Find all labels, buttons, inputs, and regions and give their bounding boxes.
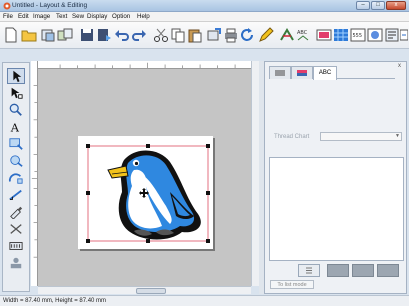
- tab-line-attributes[interactable]: [269, 66, 291, 79]
- maximize-button[interactable]: □: [371, 1, 385, 10]
- menu-text[interactable]: Text: [56, 13, 67, 20]
- stamp-icon[interactable]: [7, 221, 25, 237]
- design-page: [78, 136, 213, 249]
- shape-icon[interactable]: [7, 136, 25, 152]
- line-attributes-icon: [275, 70, 285, 76]
- print-icon[interactable]: [223, 27, 239, 43]
- design-canvas[interactable]: [38, 69, 251, 286]
- minimize-button[interactable]: –: [356, 1, 370, 10]
- redo-icon[interactable]: [131, 27, 147, 43]
- color-icon[interactable]: [316, 27, 332, 43]
- color-button-2[interactable]: [352, 264, 374, 277]
- status-bar: Width = 87.40 mm, Height = 87.40 mm: [0, 295, 409, 306]
- text-icon[interactable]: A: [7, 119, 25, 135]
- abc-text-icon[interactable]: ABC: [296, 27, 312, 43]
- menu-image[interactable]: Image: [33, 13, 50, 20]
- line-icon[interactable]: [7, 187, 25, 203]
- close-button[interactable]: x: [386, 1, 406, 10]
- select-arrow-icon[interactable]: [7, 68, 25, 84]
- penguin-illustration: [107, 150, 201, 240]
- status-dimensions: Width = 87.40 mm, Height = 87.40 mm: [3, 298, 107, 304]
- copy-icon[interactable]: [170, 27, 186, 43]
- rotate-icon[interactable]: [239, 27, 255, 43]
- vertical-scrollbar[interactable]: [251, 61, 259, 286]
- new-file-icon[interactable]: [3, 27, 19, 43]
- menu-display[interactable]: Display: [87, 13, 107, 20]
- thread-chart-label: Thread Chart: [274, 134, 310, 140]
- horizontal-scrollbar[interactable]: [38, 286, 251, 294]
- arc-icon[interactable]: [7, 170, 25, 186]
- horizontal-ruler: [38, 61, 251, 69]
- wizard-icon[interactable]: [367, 27, 383, 43]
- brush-icon[interactable]: [7, 204, 25, 220]
- pencil-icon[interactable]: [258, 27, 274, 43]
- attributes-panel: x ABC Thread Chart ▼ To list mode: [264, 61, 407, 294]
- color-button-1[interactable]: [327, 264, 349, 277]
- horizontal-scrollbar-thumb[interactable]: [136, 288, 166, 294]
- menu-sew[interactable]: Sew: [72, 13, 84, 20]
- import-sample-icon[interactable]: [7, 255, 25, 271]
- circle-icon[interactable]: [7, 153, 25, 169]
- undo-icon[interactable]: [114, 27, 130, 43]
- import-icon[interactable]: [57, 27, 73, 43]
- manual-punch-icon[interactable]: [7, 238, 25, 254]
- color-button-3[interactable]: [377, 264, 399, 277]
- point-edit-icon[interactable]: [7, 85, 25, 101]
- thread-color-list[interactable]: [269, 157, 404, 261]
- save-icon[interactable]: [79, 27, 95, 43]
- save-as-icon[interactable]: [96, 27, 112, 43]
- panel-close-button[interactable]: x: [398, 63, 406, 71]
- penguin-embroidery-design[interactable]: [78, 136, 213, 249]
- svg-text:ABC: ABC: [297, 30, 308, 36]
- app-icon: [3, 2, 11, 10]
- menu-bar: File Edit Image Text Sew Display Option …: [0, 12, 409, 22]
- panel-tab-strip: ABC: [269, 66, 395, 80]
- menu-lines-icon: [306, 267, 312, 274]
- paste-icon[interactable]: [187, 27, 203, 43]
- design-center-icon[interactable]: 555: [350, 27, 366, 43]
- thread-chart-select[interactable]: ▼: [320, 132, 402, 141]
- send-icon[interactable]: [206, 27, 222, 43]
- properties-icon[interactable]: [384, 27, 400, 43]
- zoom-icon[interactable]: [7, 102, 25, 118]
- chevron-down-icon: ▼: [395, 133, 400, 139]
- vertical-ruler: [31, 61, 38, 286]
- tab-text-attributes[interactable]: ABC: [313, 66, 337, 80]
- menu-option[interactable]: Option: [112, 13, 130, 20]
- tab-region-attributes[interactable]: [291, 66, 313, 79]
- cut-icon[interactable]: [153, 27, 169, 43]
- refresh-icon[interactable]: [400, 27, 408, 43]
- menu-help[interactable]: Help: [137, 13, 150, 20]
- sewing-attributes-icon[interactable]: [279, 27, 295, 43]
- to-list-mode-button[interactable]: To list mode: [270, 280, 314, 289]
- open-folder-icon[interactable]: [21, 27, 37, 43]
- window-title: Untitled - Layout & Editing: [12, 2, 88, 9]
- menu-file[interactable]: File: [3, 13, 13, 20]
- region-attributes-icon: [297, 70, 307, 76]
- scan-icon[interactable]: [40, 27, 56, 43]
- toolbar: ABC 555: [0, 22, 409, 49]
- grid-icon[interactable]: [333, 27, 349, 43]
- menu-edit[interactable]: Edit: [18, 13, 29, 20]
- title-bar: Untitled - Layout & Editing – □ x: [0, 0, 409, 12]
- tool-palette: A: [2, 62, 30, 292]
- svg-text:A: A: [10, 120, 20, 134]
- svg-text:555: 555: [353, 33, 363, 39]
- color-swatch-button[interactable]: [298, 264, 320, 277]
